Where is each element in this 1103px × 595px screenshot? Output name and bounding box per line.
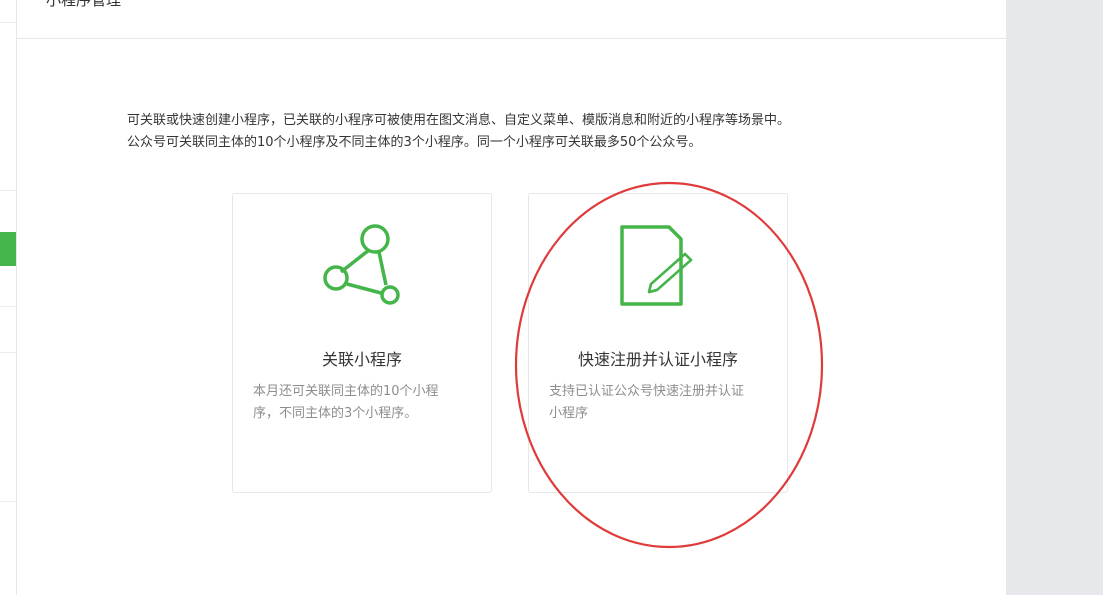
sidebar-divider — [0, 190, 16, 191]
page: 小程序管理 可关联或快速创建小程序，已关联的小程序可被使用在图文消息、自定义菜单… — [0, 0, 1103, 595]
card-desc-line: 小程序 — [549, 406, 589, 421]
card-desc-line: 本月还可关联同主体的10个小程 — [253, 384, 439, 399]
intro-line-2: 公众号可关联同主体的10个小程序及不同主体的3个小程序。同一个小程序可关联最多5… — [127, 135, 702, 150]
main-panel: 小程序管理 可关联或快速创建小程序，已关联的小程序可被使用在图文消息、自定义菜单… — [17, 0, 1006, 595]
card-desc-line: 序，不同主体的3个小程序。 — [253, 406, 418, 421]
document-edit-icon — [620, 225, 693, 306]
right-gutter — [1006, 0, 1103, 595]
sidebar-divider — [0, 22, 16, 23]
sidebar-divider — [0, 352, 16, 353]
card-description: 本月还可关联同主体的10个小程 序，不同主体的3个小程序。 — [253, 381, 475, 425]
card-desc-line: 支持已认证公众号快速注册并认证 — [549, 384, 745, 399]
sidebar-item-active[interactable] — [0, 232, 16, 266]
sidebar — [0, 0, 17, 595]
card-title: 关联小程序 — [321, 350, 402, 369]
card-description: 支持已认证公众号快速注册并认证 小程序 — [549, 381, 771, 425]
link-nodes-icon — [323, 224, 400, 305]
link-miniprogram-card[interactable]: 关联小程序 本月还可关联同主体的10个小程 序，不同主体的3个小程序。 — [232, 193, 492, 493]
card-title: 快速注册并认证小程序 — [577, 350, 738, 369]
page-title: 小程序管理 — [46, 0, 122, 9]
intro-line-1: 可关联或快速创建小程序，已关联的小程序可被使用在图文消息、自定义菜单、模版消息和… — [127, 113, 791, 128]
sidebar-divider — [0, 501, 16, 502]
sidebar-divider — [0, 306, 16, 307]
register-miniprogram-card[interactable]: 快速注册并认证小程序 支持已认证公众号快速注册并认证 小程序 — [528, 193, 788, 493]
page-header: 小程序管理 — [17, 0, 1006, 39]
intro-description: 可关联或快速创建小程序，已关联的小程序可被使用在图文消息、自定义菜单、模版消息和… — [127, 110, 790, 154]
